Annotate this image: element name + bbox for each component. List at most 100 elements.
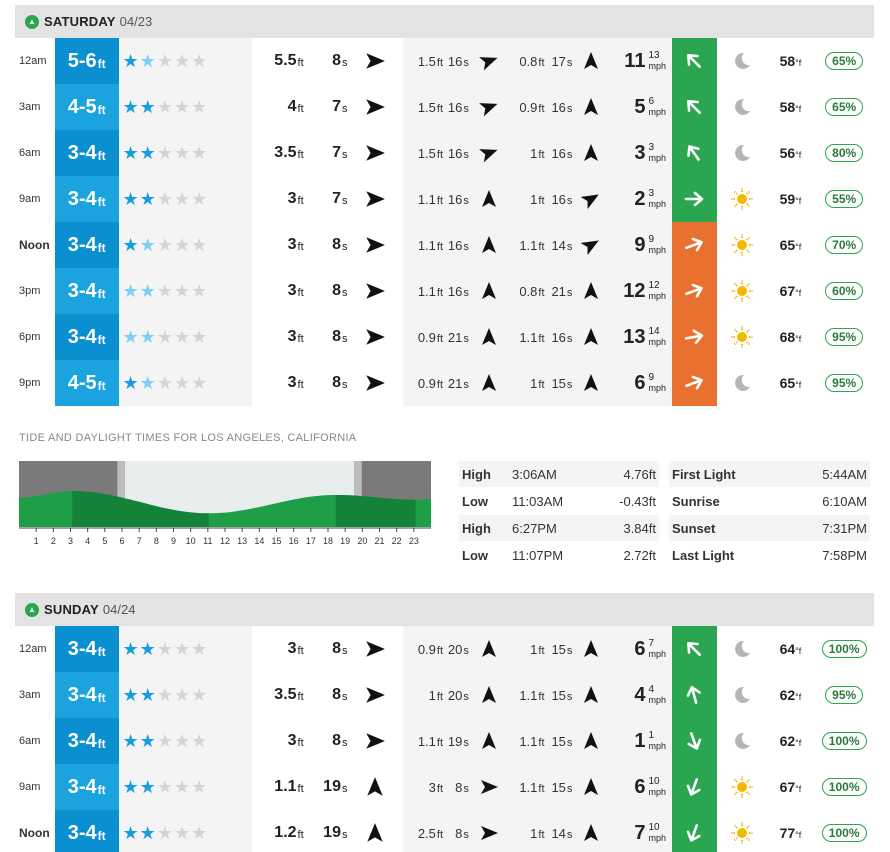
row-time: 6am: [19, 147, 41, 159]
temperature: 59 °f: [767, 176, 815, 222]
secondary-swell-height: 1.5 ft: [403, 38, 444, 84]
swell-period-value: 15: [551, 687, 566, 703]
tertiary-swell-period: 14 s: [544, 222, 573, 268]
chevron-up-icon[interactable]: ▲: [25, 14, 39, 29]
wind-arrow-icon: [687, 824, 701, 842]
row-time: 12am: [19, 55, 47, 67]
daylight-time: 6:10AM: [822, 493, 867, 509]
forecast-row: 3am 4-5 ft ★ ★ ★ ★ ★ 4 ft 7 s 1.5 ft 16 s 0.9 ft 16 s 5 6 mph 5…: [15, 84, 874, 130]
wind-gust: 7 mph: [648, 639, 666, 660]
tide-hour-label: 5: [102, 536, 107, 546]
temperature: 67 °f: [767, 268, 815, 314]
surf-height-value: 3-4: [67, 729, 97, 752]
rain-probability: 55%: [814, 176, 874, 222]
secondary-swell-direction: [468, 626, 509, 672]
day-header-saturday[interactable]: ▲ SATURDAY 04/23: [15, 5, 874, 38]
forecast-row: 9am 3-4 ft ★ ★ ★ ★ ★ 3 ft 7 s 1.1 ft 16 s 1 ft 16 s 2 3 mph 59 °…: [15, 176, 874, 222]
rating-stars: ★ ★ ★ ★ ★: [118, 38, 252, 84]
swell-period-value: 17: [551, 53, 566, 69]
star-icon: ★: [139, 776, 157, 797]
star-icon: ★: [139, 50, 157, 71]
swell-height-value: 1.1: [519, 237, 538, 253]
wind-gust-value: 9: [648, 234, 655, 245]
row-time: 6pm: [19, 331, 41, 343]
forecast-row: Noon 3-4 ft ★ ★ ★ ★ ★ 3 ft 8 s 1.1 ft 16 s 1.1 ft 14 s 9 9 mph…: [15, 222, 874, 268]
wind-arrow-icon: [685, 237, 704, 252]
tide-hour-label: 8: [154, 536, 159, 546]
swell-height-value: 3.5: [274, 686, 297, 703]
primary-swell-direction: [347, 764, 403, 810]
temperature-value: 62: [779, 687, 796, 703]
tide-type: High: [462, 520, 491, 536]
star-icon: ★: [122, 684, 140, 705]
secondary-swell-height: 0.9 ft: [403, 360, 444, 406]
tide-hour-label: 23: [409, 536, 419, 546]
daylight-time: 7:58PM: [822, 547, 867, 563]
rating-stars: ★ ★ ★ ★ ★: [118, 764, 252, 810]
wind-speed: 9 9 mph: [610, 222, 672, 268]
swell-arrow-icon: [481, 328, 496, 345]
swell-height-value: 0.8: [519, 53, 538, 69]
primary-swell-direction: [347, 130, 403, 176]
surf-height: 5-6 ft: [54, 38, 119, 84]
tertiary-swell-direction: [572, 314, 611, 360]
wind-gust-value: 3: [648, 142, 655, 153]
primary-swell-direction: [347, 268, 403, 314]
swell-period-value: 20: [447, 687, 463, 703]
wind-speed: 4 4 mph: [610, 672, 672, 718]
primary-swell-height: 5.5 ft: [252, 38, 303, 84]
swell-period-value: 8: [332, 52, 341, 69]
wind-gust-value: 1: [648, 730, 655, 741]
daylight-row: Sunrise 6:10AM: [669, 488, 870, 515]
weather-condition: [717, 38, 767, 84]
primary-swell-period: 8s: [304, 222, 347, 268]
star-icon: ★: [173, 822, 192, 843]
day-date: 04/23: [119, 14, 153, 29]
swell-period-value: 15: [551, 779, 566, 795]
swell-arrow-icon: [581, 240, 600, 255]
day-header-sunday[interactable]: ▲ SUNDAY 04/24: [15, 593, 874, 626]
swell-arrow-icon: [481, 190, 496, 207]
wind-unit: mph: [648, 833, 666, 843]
swell-height-value: 1.1: [519, 733, 538, 749]
wind-speed-value: 6: [634, 637, 646, 660]
rain-probability: 65%: [814, 84, 874, 130]
star-icon: ★: [156, 50, 174, 71]
surf-height: 3-4 ft: [54, 810, 119, 852]
wind-direction: [671, 130, 717, 176]
wind-gust: 3 mph: [648, 142, 666, 164]
tertiary-swell-direction: [572, 672, 611, 718]
daylight-time: 7:31PM: [822, 520, 867, 536]
tertiary-swell-period: 15 s: [544, 764, 573, 810]
rain-probability-badge: 70%: [825, 236, 864, 254]
secondary-swell-period: 19 s: [443, 718, 469, 764]
primary-swell-period: 8s: [304, 360, 347, 406]
wind-gust: 10 mph: [648, 823, 666, 844]
wind-speed: 5 6 mph: [610, 84, 672, 130]
swell-arrow-icon: [481, 236, 496, 253]
rain-probability-badge: 100%: [821, 640, 867, 658]
secondary-swell-direction: [468, 360, 509, 406]
swell-height-value: 0.9: [417, 329, 436, 345]
star-icon: ★: [173, 50, 192, 71]
secondary-swell-period: 16 s: [443, 176, 469, 222]
tertiary-swell-direction: [572, 268, 611, 314]
temperature-value: 58: [779, 99, 796, 115]
swell-height-value: 3: [287, 236, 297, 253]
star-icon: ★: [122, 280, 140, 301]
daylight-row: Sunset 7:31PM: [669, 515, 870, 542]
primary-swell-period: 19 s: [304, 764, 347, 810]
swell-period-value: 8: [332, 282, 341, 299]
surf-height-value: 4-5: [67, 371, 97, 394]
tertiary-swell-height: 1 ft: [508, 176, 545, 222]
swell-period-value: 15: [551, 733, 566, 749]
primary-swell-height: 4 ft: [252, 84, 304, 130]
forecast-rows-saturday: 12am 5-6 ft ★ ★ ★ ★ ★ 5.5 ft 8 s 1.5 ft 16 s 0.8 ft 17 s 11 1…: [15, 38, 874, 406]
wind-speed: 6 9 mph: [610, 360, 672, 406]
tertiary-swell-direction: [572, 810, 611, 852]
rating-stars: ★ ★ ★ ★ ★: [118, 314, 252, 360]
chevron-up-icon[interactable]: ▲: [25, 602, 39, 617]
wind-speed: 1 1 mph: [610, 718, 672, 764]
swell-period-value: 15: [551, 375, 566, 391]
sun-icon: [731, 326, 753, 348]
